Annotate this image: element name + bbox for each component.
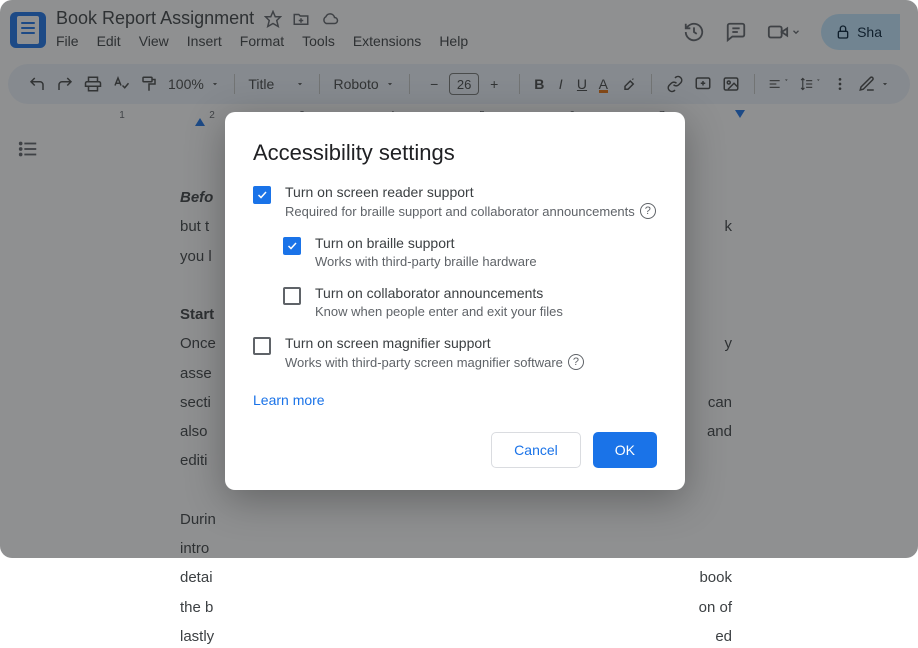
help-icon[interactable]: ? <box>568 354 584 370</box>
cancel-button[interactable]: Cancel <box>491 432 581 468</box>
help-icon[interactable]: ? <box>640 203 656 219</box>
learn-more-link[interactable]: Learn more <box>253 392 325 408</box>
braille-checkbox[interactable] <box>283 237 301 255</box>
app-window: Book Report Assignment File Edit View In… <box>0 0 918 558</box>
accessibility-dialog: Accessibility settings Turn on screen re… <box>225 112 685 490</box>
collaborator-checkbox[interactable] <box>283 287 301 305</box>
screen-reader-label: Turn on screen reader support <box>285 184 657 200</box>
screen-reader-checkbox[interactable] <box>253 186 271 204</box>
dialog-title: Accessibility settings <box>253 140 657 166</box>
ok-button[interactable]: OK <box>593 432 657 468</box>
braille-label: Turn on braille support <box>315 235 657 251</box>
magnifier-checkbox[interactable] <box>253 337 271 355</box>
magnifier-label: Turn on screen magnifier support <box>285 335 657 351</box>
collaborator-label: Turn on collaborator announcements <box>315 285 657 301</box>
